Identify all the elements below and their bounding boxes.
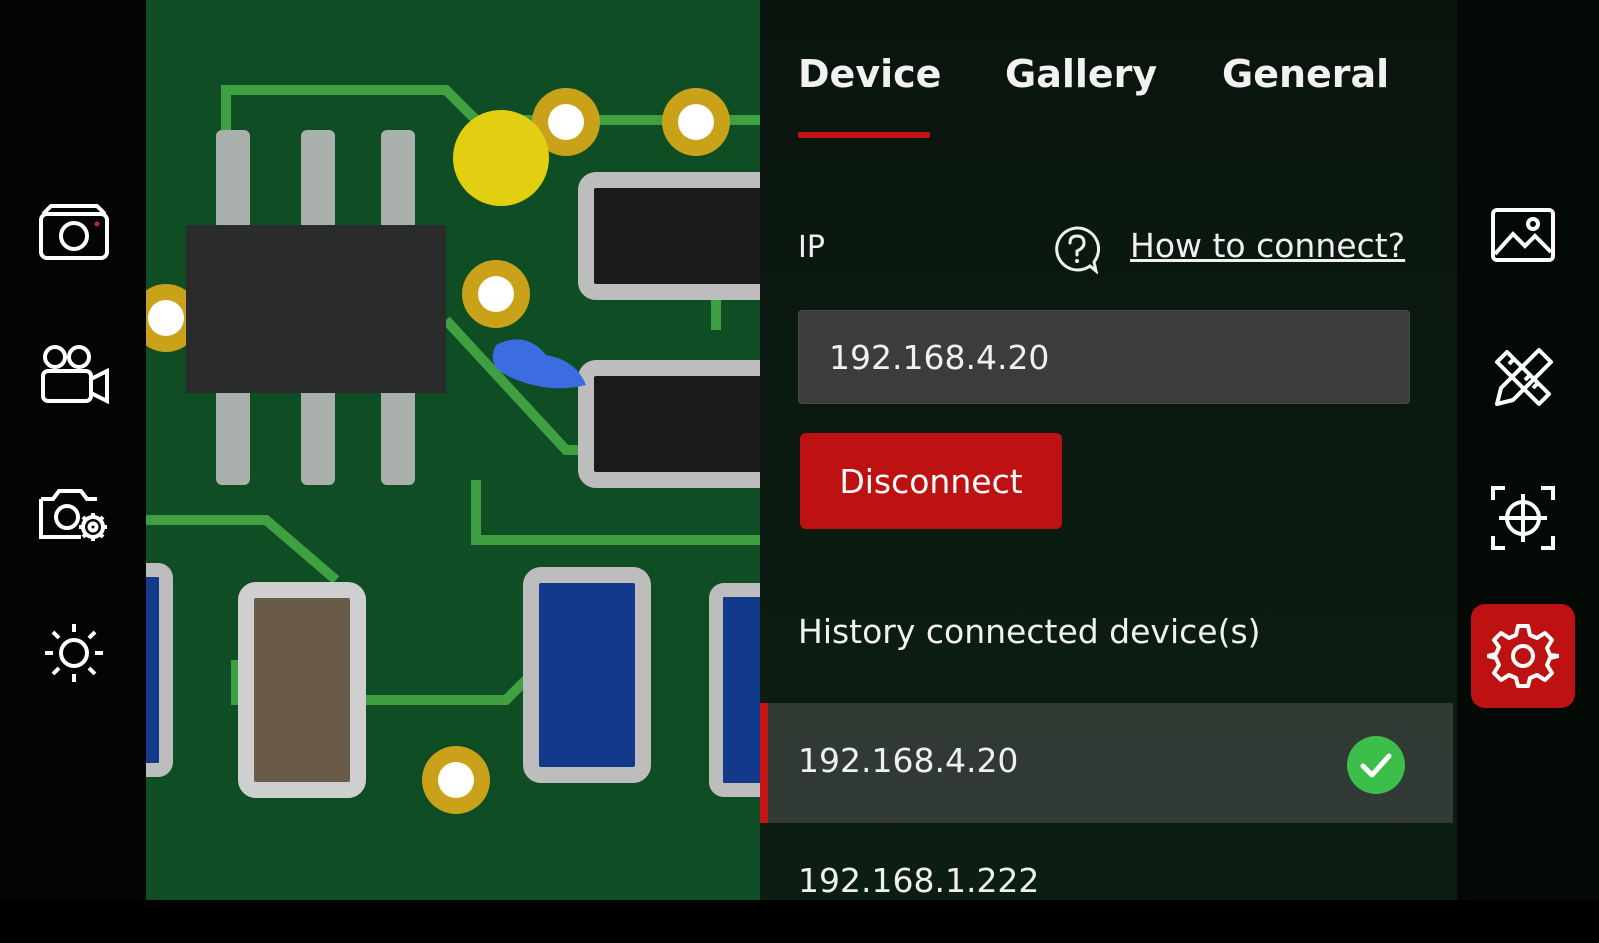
settings-gear-icon xyxy=(1487,624,1559,688)
ip-label: IP xyxy=(798,230,825,265)
measure-tools-button[interactable] xyxy=(1471,326,1575,430)
history-item-ip: 192.168.1.222 xyxy=(798,861,1040,900)
help-icon[interactable] xyxy=(1052,224,1102,274)
record-video-button[interactable] xyxy=(32,334,116,414)
tab-gallery[interactable]: Gallery xyxy=(1005,52,1157,96)
gallery-button[interactable] xyxy=(1471,184,1575,288)
pcb-preview-image xyxy=(146,0,760,900)
video-camera-icon xyxy=(41,345,109,405)
how-to-connect-link[interactable]: How to connect? xyxy=(1130,226,1405,265)
camera-settings-icon xyxy=(39,489,107,541)
history-item[interactable]: 192.168.1.222 xyxy=(760,823,1453,943)
history-item-ip: 192.168.4.20 xyxy=(798,741,1019,780)
settings-button[interactable] xyxy=(1471,604,1575,708)
brightness-button[interactable] xyxy=(32,613,116,693)
gallery-icon xyxy=(1491,208,1555,262)
history-item[interactable]: 192.168.4.20 xyxy=(760,703,1453,823)
crosshair-icon xyxy=(1491,486,1555,550)
connected-check-icon xyxy=(1347,736,1405,794)
crosshair-button[interactable] xyxy=(1471,466,1575,570)
history-title: History connected device(s) xyxy=(798,612,1261,651)
ip-address-input[interactable] xyxy=(798,310,1410,404)
settings-panel: Device Gallery General IP How to connect… xyxy=(760,0,1457,900)
camera-icon xyxy=(39,204,109,260)
left-toolbar xyxy=(0,0,146,900)
capture-photo-button[interactable] xyxy=(32,193,116,273)
disconnect-button[interactable]: Disconnect xyxy=(800,433,1062,529)
brightness-icon xyxy=(45,624,103,682)
active-tab-indicator xyxy=(798,132,930,138)
tab-general[interactable]: General xyxy=(1222,52,1389,96)
tab-device[interactable]: Device xyxy=(798,52,941,96)
camera-live-view[interactable] xyxy=(146,0,760,900)
camera-settings-button[interactable] xyxy=(32,474,116,554)
measure-tools-icon xyxy=(1495,348,1553,406)
right-toolbar xyxy=(1457,0,1599,900)
